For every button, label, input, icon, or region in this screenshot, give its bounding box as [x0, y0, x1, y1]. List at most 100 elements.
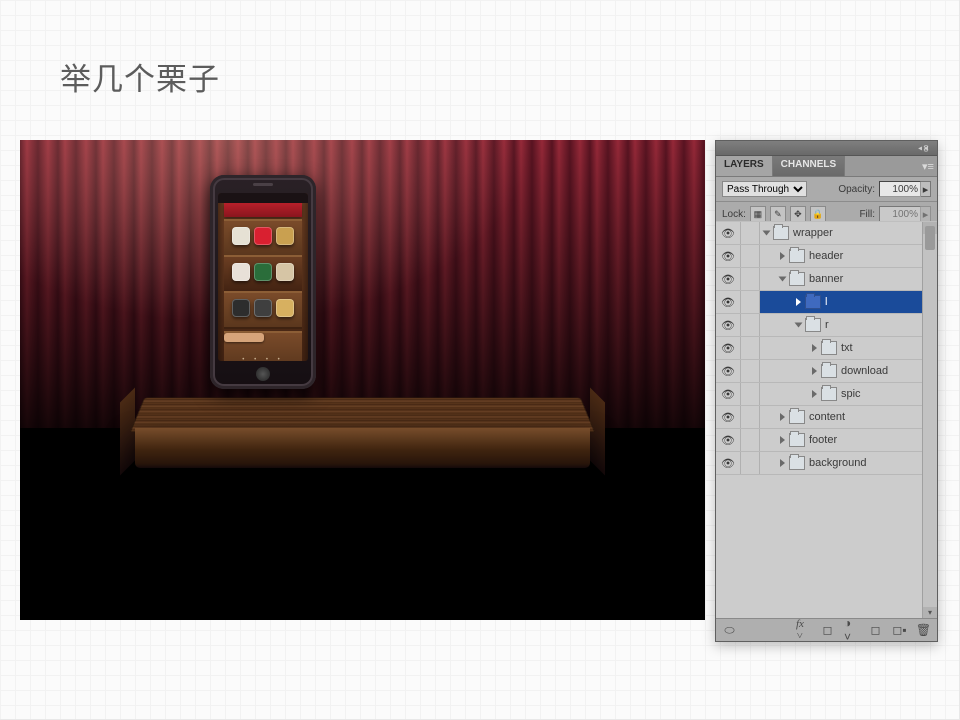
layer-name: content — [809, 411, 845, 423]
layer-row-header[interactable]: 👁header — [716, 245, 937, 268]
layer-row-wrapper[interactable]: 👁 wrapper — [716, 222, 937, 245]
scroll-thumb[interactable] — [925, 226, 935, 250]
link-slot[interactable] — [741, 360, 760, 382]
layer-row-background[interactable]: 👁background — [716, 452, 937, 475]
folder-icon — [805, 318, 821, 332]
twisty-open-icon[interactable] — [795, 323, 803, 328]
lock-move-icon[interactable]: ✥ — [790, 206, 806, 222]
close-icon[interactable]: ✕ — [923, 143, 929, 154]
adjustment-icon[interactable]: ◑ ˅ — [844, 623, 859, 638]
visibility-eye-icon[interactable]: 👁 — [716, 314, 741, 336]
folder-icon — [789, 249, 805, 263]
lock-paint-icon[interactable]: ✎ — [770, 206, 786, 222]
layer-tree: 👁wrapper👁header👁banner👁l👁r👁txt👁download👁… — [716, 221, 937, 619]
opacity-field[interactable]: 100% ▸ — [879, 181, 931, 197]
lock-transparent-icon[interactable]: ▦ — [750, 206, 766, 222]
link-slot[interactable] — [741, 268, 760, 290]
trash-icon[interactable]: 🗑 — [916, 623, 931, 638]
panel-footer: ⬭ fx ˅ ◻ ◑ ˅ ◻ ◻▪ 🗑 — [716, 618, 937, 641]
page-title: 举几个栗子 — [60, 54, 220, 99]
twisty-closed-icon[interactable] — [796, 298, 801, 306]
app-icon — [276, 263, 294, 281]
phone-screen — [218, 193, 308, 361]
twisty-closed-icon[interactable] — [812, 390, 817, 398]
layer-name: r — [825, 319, 829, 331]
folder-icon — [805, 295, 821, 309]
visibility-eye-icon[interactable]: 👁 — [716, 383, 741, 405]
app-icon — [232, 227, 250, 245]
link-slot[interactable] — [741, 452, 760, 474]
visibility-eye-icon[interactable]: 👁 — [716, 360, 741, 382]
visibility-eye-icon[interactable]: 👁 — [716, 406, 741, 428]
twisty-closed-icon[interactable] — [812, 344, 817, 352]
link-slot[interactable] — [741, 291, 760, 313]
visibility-eye-icon[interactable]: 👁 — [716, 429, 741, 451]
twisty-open-icon[interactable] — [763, 231, 771, 236]
twisty-closed-icon[interactable] — [812, 367, 817, 375]
link-slot[interactable] — [741, 429, 760, 451]
opacity-arrow-icon[interactable]: ▸ — [921, 181, 931, 197]
twisty-open-icon[interactable] — [779, 277, 787, 282]
layer-name: banner — [809, 273, 843, 285]
folder-icon — [821, 341, 837, 355]
app-header — [224, 203, 302, 217]
layer-name: footer — [809, 434, 837, 446]
group-icon[interactable]: ◻ — [868, 623, 883, 638]
new-layer-icon[interactable]: ◻▪ — [892, 623, 907, 638]
tab-layers[interactable]: LAYERS — [716, 156, 773, 176]
visibility-eye-icon[interactable]: 👁 — [716, 222, 741, 244]
app-icon — [276, 299, 294, 317]
lock-label: Lock: — [722, 209, 746, 220]
layer-name: txt — [841, 342, 853, 354]
folder-icon — [789, 433, 805, 447]
layer-row-banner[interactable]: 👁 banner — [716, 268, 937, 291]
link-slot[interactable] — [741, 314, 760, 336]
layer-row-spic[interactable]: 👁spic — [716, 383, 937, 406]
visibility-eye-icon[interactable]: 👁 — [716, 268, 741, 290]
panel-menu-icon[interactable]: ▾≡ — [919, 156, 937, 176]
app-icon — [232, 299, 250, 317]
layer-name: l — [825, 296, 827, 308]
folder-icon — [821, 364, 837, 378]
visibility-eye-icon[interactable]: 👁 — [716, 245, 741, 267]
opacity-label: Opacity: — [838, 184, 875, 195]
folder-icon — [773, 226, 789, 240]
twisty-closed-icon[interactable] — [780, 413, 785, 421]
layer-row-footer[interactable]: 👁 footer — [716, 429, 937, 452]
layer-name: wrapper — [793, 227, 833, 239]
visibility-eye-icon[interactable]: 👁 — [716, 452, 741, 474]
status-bar — [218, 193, 308, 203]
app-icon — [232, 263, 250, 281]
curtain-background — [20, 140, 705, 428]
link-slot[interactable] — [741, 383, 760, 405]
panel-titlebar[interactable]: ◂◂ ▯ ✕ — [716, 141, 937, 156]
folder-icon — [789, 272, 805, 286]
tab-channels[interactable]: CHANNELS — [773, 156, 846, 176]
layer-row-download[interactable]: 👁download — [716, 360, 937, 383]
twisty-closed-icon[interactable] — [780, 459, 785, 467]
twisty-closed-icon[interactable] — [780, 252, 785, 260]
mask-icon[interactable]: ◻ — [820, 623, 835, 638]
blend-mode-select[interactable]: Pass Through — [722, 181, 807, 197]
app-icon — [254, 263, 272, 281]
scrollbar[interactable]: ▴ ▾ — [922, 222, 937, 619]
fill-field[interactable]: 100% ▸ — [879, 206, 931, 222]
layer-row-txt[interactable]: 👁 txt — [716, 337, 937, 360]
layer-row-content[interactable]: 👁 content — [716, 406, 937, 429]
visibility-eye-icon[interactable]: 👁 — [716, 337, 741, 359]
link-slot[interactable] — [741, 337, 760, 359]
link-slot[interactable] — [741, 245, 760, 267]
link-slot[interactable] — [741, 406, 760, 428]
link-layers-icon[interactable]: ⬭ — [722, 623, 737, 638]
stage-front — [135, 428, 590, 468]
layer-row-r[interactable]: 👁r — [716, 314, 937, 337]
lock-all-icon[interactable]: 🔒 — [810, 206, 826, 222]
twisty-closed-icon[interactable] — [780, 436, 785, 444]
fill-arrow-icon[interactable]: ▸ — [921, 206, 931, 222]
folder-icon — [789, 456, 805, 470]
layer-row-l[interactable]: 👁l — [716, 291, 937, 314]
link-slot[interactable] — [741, 222, 760, 244]
fx-icon[interactable]: fx ˅ — [796, 623, 811, 638]
visibility-eye-icon[interactable]: 👁 — [716, 291, 741, 313]
footer-pill — [224, 333, 264, 342]
